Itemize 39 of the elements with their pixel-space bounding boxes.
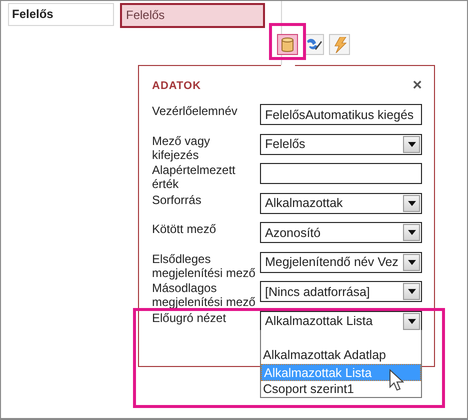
property-label: Mező vagy kifejezés xyxy=(152,134,212,162)
caret-icon xyxy=(408,142,416,146)
dropdown-button[interactable] xyxy=(403,136,420,152)
property-label: Vezérlőelemnév xyxy=(152,104,238,118)
dropdown-field[interactable]: Alkalmazottak Lista xyxy=(260,310,422,332)
property-label: Sorforrás xyxy=(152,192,202,206)
close-button[interactable]: × xyxy=(412,78,422,94)
cursor-icon xyxy=(389,369,404,391)
property-label: Elsődleges megjelenítési mező xyxy=(152,252,256,280)
dropdown-field[interactable]: Alkalmazottak xyxy=(260,192,422,214)
property-label: Kötött mező xyxy=(152,222,218,236)
dropdown-field[interactable]: Azonosító xyxy=(260,222,422,243)
dropdown-button[interactable] xyxy=(403,194,420,212)
input-field[interactable] xyxy=(260,163,422,184)
input-field[interactable]: FelelősAutomatikus kiegés xyxy=(260,104,422,125)
caret-icon xyxy=(408,260,416,264)
lightning-icon xyxy=(332,36,346,52)
field-label: Felelős xyxy=(8,3,114,26)
highlight-frame xyxy=(269,23,306,60)
dropdown-button[interactable] xyxy=(403,254,420,270)
panel-title: ADATOK xyxy=(152,80,202,92)
dropdown-button[interactable] xyxy=(403,283,420,300)
property-label: Előugró nézet xyxy=(152,310,228,324)
caret-icon xyxy=(408,318,416,324)
caret-icon xyxy=(408,289,416,294)
caret-icon xyxy=(408,200,416,206)
text-field[interactable]: Felelős xyxy=(120,3,265,28)
dropdown-button[interactable] xyxy=(403,224,420,241)
dropdown-option[interactable]: Alkalmazottak Adatlap xyxy=(261,347,421,364)
caret-icon xyxy=(408,230,416,235)
dropdown-field[interactable]: [Nincs adatforrása] xyxy=(260,281,422,302)
dropdown-button[interactable] xyxy=(403,312,420,330)
brush-icon xyxy=(305,36,322,52)
database-icon xyxy=(281,36,294,52)
property-label: Másodlagos megjelenítési mező xyxy=(152,281,256,309)
dropdown-field[interactable]: Felelős xyxy=(260,134,422,154)
dropdown-option[interactable]: Csoport szerint1 xyxy=(261,381,421,398)
dropdown-field[interactable]: Megjelenítendő név Vez xyxy=(260,252,422,272)
property-label: Alapértelmezett érték xyxy=(152,163,236,191)
